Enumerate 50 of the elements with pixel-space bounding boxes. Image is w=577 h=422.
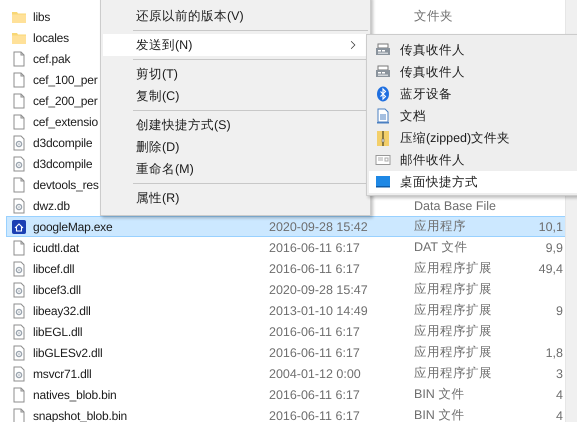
file-name: googleMap.exe xyxy=(33,220,112,234)
file-type: DAT 文件 xyxy=(414,239,468,256)
file-date: 2020-09-28 15:42 xyxy=(269,220,369,234)
file-size: 10,1 xyxy=(538,220,564,234)
file-size: 49,4 xyxy=(538,262,564,276)
file-name: cef_200_per xyxy=(33,94,98,108)
file-size: 1,8 xyxy=(544,346,564,360)
file-type: 应用程序扩展 xyxy=(414,365,493,382)
file-type: 应用程序扩展 xyxy=(414,344,493,361)
file-name: natives_blob.bin xyxy=(33,388,117,402)
file-date: 2016-06-11 6:17 xyxy=(269,346,361,360)
file-size: 4 xyxy=(555,408,564,422)
file-size: 9 xyxy=(555,304,564,318)
file-name: locales xyxy=(33,30,69,44)
file-type: 应用程序扩展 xyxy=(414,323,493,340)
file-name: libcef.dll xyxy=(33,262,74,276)
file-date: 2016-06-11 6:17 xyxy=(269,324,361,338)
file-size: 4 xyxy=(555,388,564,402)
file-name: d3dcompile xyxy=(33,136,92,150)
file-name: libcef3.dll xyxy=(33,282,81,296)
file-type: 应用程序扩展 xyxy=(414,281,493,298)
file-name: cef_100_per xyxy=(33,72,98,86)
file-date: 2020-09-28 15:47 xyxy=(269,282,369,296)
file-date: 2004-01-12 0:00 xyxy=(269,366,362,380)
file-name: cef_extensio xyxy=(33,114,98,128)
file-name: msvcr71.dll xyxy=(33,366,92,380)
file-name: d3dcompile xyxy=(33,156,92,170)
file-type: 文件夹 xyxy=(414,8,454,25)
file-name: devtools_res xyxy=(33,178,99,192)
file-type: BIN 文件 xyxy=(414,407,466,422)
file-type: 应用程序扩展 xyxy=(414,302,493,319)
file-date: 2016-06-11 6:17 xyxy=(269,262,361,276)
file-size: 9,9 xyxy=(544,240,564,254)
file-name: libGLESv2.dll xyxy=(33,346,102,360)
file-type: 应用程序扩展 xyxy=(414,260,493,277)
file-date: 2013-01-10 14:49 xyxy=(269,304,369,318)
file-date: 2016-06-11 6:17 xyxy=(269,408,361,422)
file-size: 3 xyxy=(555,366,564,380)
file-name: libs xyxy=(33,10,50,24)
file-type: 应用程序 xyxy=(414,218,467,235)
file-date: 2016-06-11 6:17 xyxy=(269,388,361,402)
file-type: BIN 文件 xyxy=(414,386,466,403)
file-name: dwz.db xyxy=(33,198,70,212)
file-date: 2016-06-11 6:17 xyxy=(269,240,361,254)
file-type: Data Base File xyxy=(414,198,497,212)
file-name: icudtl.dat xyxy=(33,240,80,254)
file-name: snapshot_blob.bin xyxy=(33,408,128,422)
file-name: libEGL.dll xyxy=(33,324,82,338)
file-name: libeay32.dll xyxy=(33,304,91,318)
file-name: cef.pak xyxy=(33,52,70,66)
